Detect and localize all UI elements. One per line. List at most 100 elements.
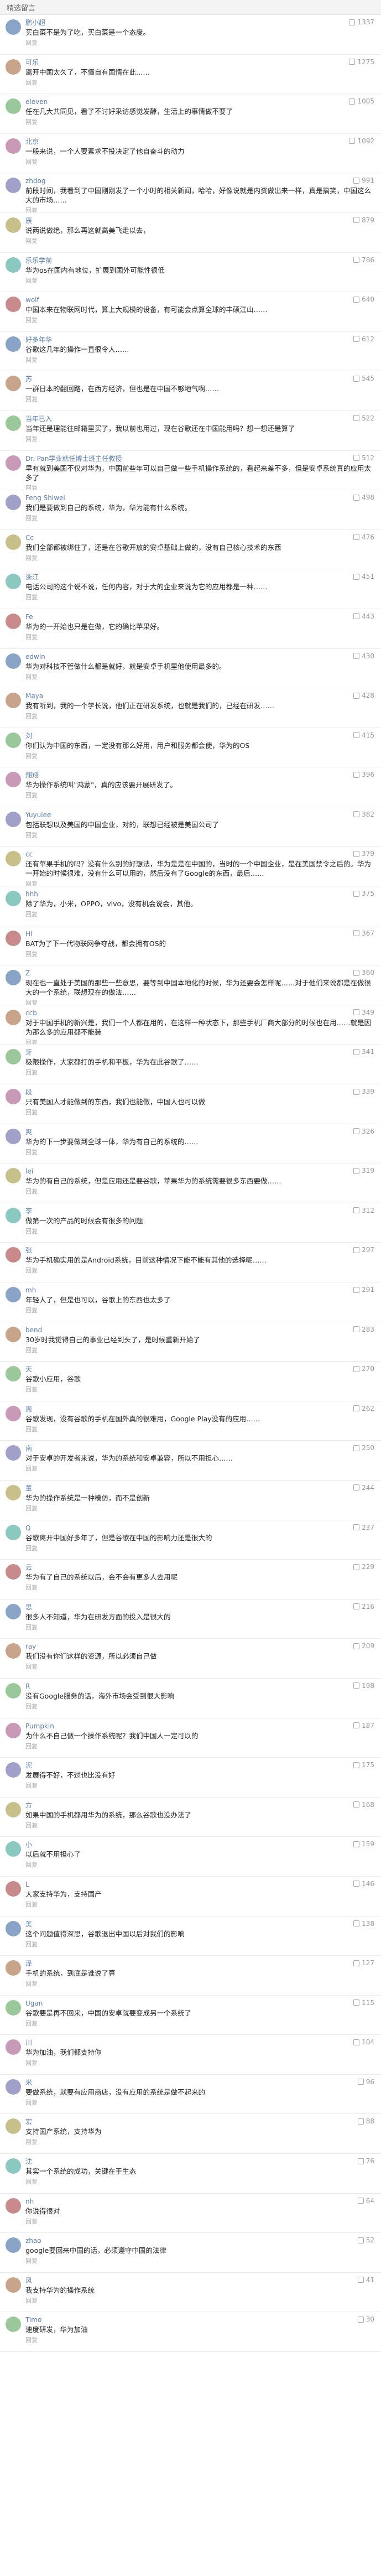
like-button[interactable]: 375	[353, 890, 374, 897]
avatar[interactable]	[6, 2237, 21, 2253]
comment-username[interactable]: 段	[25, 1088, 374, 1097]
like-button[interactable]: 76	[357, 2157, 374, 2165]
reply-link[interactable]: 回复	[25, 117, 38, 126]
avatar[interactable]	[6, 1960, 21, 1976]
reply-link[interactable]: 回复	[25, 791, 38, 799]
comment-username[interactable]: Ugan	[25, 1999, 374, 2008]
like-button[interactable]: 512	[353, 454, 374, 462]
like-button[interactable]: 250	[353, 1444, 374, 1452]
comment-username[interactable]: Q	[25, 1524, 374, 1533]
reply-link[interactable]: 回复	[25, 751, 38, 760]
avatar[interactable]	[6, 1049, 21, 1065]
reply-link[interactable]: 回复	[25, 78, 38, 87]
comment-username[interactable]: 宏	[25, 2117, 374, 2126]
like-button[interactable]: 349	[353, 1009, 374, 1016]
reply-link[interactable]: 回复	[25, 484, 38, 490]
reply-link[interactable]: 回复	[25, 276, 38, 285]
avatar[interactable]	[6, 1999, 21, 2016]
avatar[interactable]	[6, 376, 21, 392]
avatar[interactable]	[6, 930, 21, 946]
comment-username[interactable]: Maya	[25, 692, 374, 700]
avatar[interactable]	[6, 2039, 21, 2055]
avatar[interactable]	[6, 2118, 21, 2134]
like-button[interactable]: 339	[353, 1088, 374, 1095]
avatar[interactable]	[6, 1009, 21, 1025]
like-button[interactable]: 1005	[349, 97, 374, 105]
comment-username[interactable]: zhdog	[25, 176, 374, 185]
avatar[interactable]	[6, 1920, 21, 1936]
like-button[interactable]: 209	[353, 1642, 374, 1650]
avatar[interactable]	[6, 772, 21, 788]
avatar[interactable]	[6, 574, 21, 590]
comment-username[interactable]: L	[25, 1880, 374, 1889]
comment-username[interactable]: mh	[25, 1286, 374, 1295]
comment-username[interactable]: 米	[25, 2078, 374, 2087]
like-button[interactable]: 237	[353, 1524, 374, 1531]
like-button[interactable]: 360	[353, 969, 374, 977]
comment-username[interactable]: Pumpkin	[25, 1722, 374, 1731]
reply-link[interactable]: 回复	[25, 1900, 38, 1909]
reply-link[interactable]: 回复	[25, 2019, 38, 2028]
comment-username[interactable]: 张	[25, 1246, 374, 1255]
avatar[interactable]	[6, 1881, 21, 1897]
reply-link[interactable]: 回复	[25, 206, 38, 212]
like-button[interactable]: 159	[353, 1840, 374, 1848]
like-button[interactable]: 476	[353, 533, 374, 541]
comment-username[interactable]: wolf	[25, 295, 374, 304]
avatar[interactable]	[6, 19, 21, 35]
avatar[interactable]	[6, 1089, 21, 1105]
like-button[interactable]: 341	[353, 1048, 374, 1056]
reply-link[interactable]: 回复	[25, 1147, 38, 1156]
like-button[interactable]: 216	[353, 1603, 374, 1611]
comment-username[interactable]: 刘	[25, 731, 374, 740]
comment-username[interactable]: Feng Shiwei	[25, 494, 374, 502]
reply-link[interactable]: 回复	[25, 998, 38, 1005]
avatar[interactable]	[6, 613, 21, 629]
comment-username[interactable]: 翔翔	[25, 771, 374, 780]
comment-username[interactable]: 沈	[25, 2157, 374, 2166]
like-button[interactable]: 283	[353, 1326, 374, 1333]
avatar[interactable]	[6, 257, 21, 273]
avatar[interactable]	[6, 1762, 21, 1778]
like-button[interactable]: 96	[357, 2078, 374, 2086]
comment-username[interactable]: 乐乐学前	[25, 256, 374, 265]
comment-username[interactable]: nh	[25, 2197, 374, 2206]
avatar[interactable]	[6, 1603, 21, 1619]
avatar[interactable]	[6, 2317, 21, 2333]
like-button[interactable]: 168	[353, 1801, 374, 1809]
reply-link[interactable]: 回复	[25, 1306, 38, 1315]
like-button[interactable]: 443	[353, 612, 374, 620]
avatar[interactable]	[6, 1564, 21, 1580]
reply-link[interactable]: 回复	[25, 2177, 38, 2186]
avatar[interactable]	[6, 1524, 21, 1540]
reply-link[interactable]: 回复	[25, 672, 38, 681]
avatar[interactable]	[6, 1801, 21, 1817]
like-button[interactable]: 428	[353, 692, 374, 699]
comment-username[interactable]: Timo	[25, 2315, 374, 2324]
avatar[interactable]	[6, 1168, 21, 1184]
reply-link[interactable]: 回复	[25, 2256, 38, 2265]
avatar[interactable]	[6, 217, 21, 233]
comment-username[interactable]: 好多年华	[25, 335, 374, 344]
avatar[interactable]	[6, 891, 21, 907]
avatar[interactable]	[6, 851, 21, 867]
reply-link[interactable]: 回复	[25, 1464, 38, 1473]
comment-username[interactable]: 牙	[25, 1048, 374, 1057]
like-button[interactable]: 198	[353, 1682, 374, 1690]
comment-username[interactable]: 方	[25, 1801, 374, 1810]
reply-link[interactable]: 回复	[25, 1504, 38, 1513]
like-button[interactable]: 451	[353, 573, 374, 580]
reply-link[interactable]: 回复	[25, 2098, 38, 2107]
comment-username[interactable]: 苏	[25, 375, 374, 383]
avatar[interactable]	[6, 1405, 21, 1421]
reply-link[interactable]: 回复	[25, 1266, 38, 1275]
comment-username[interactable]: hhh	[25, 890, 374, 899]
comment-username[interactable]: edwin	[25, 652, 374, 661]
like-button[interactable]: 229	[353, 1563, 374, 1571]
reply-link[interactable]: 回复	[25, 1108, 38, 1116]
reply-link[interactable]: 回复	[25, 1068, 38, 1077]
reply-link[interactable]: 回复	[25, 1781, 38, 1790]
reply-link[interactable]: 回复	[25, 434, 38, 443]
comment-username[interactable]: 当年已入	[25, 414, 374, 423]
comment-username[interactable]: Dr. Pan学业就任博士班主任教授	[25, 454, 374, 463]
